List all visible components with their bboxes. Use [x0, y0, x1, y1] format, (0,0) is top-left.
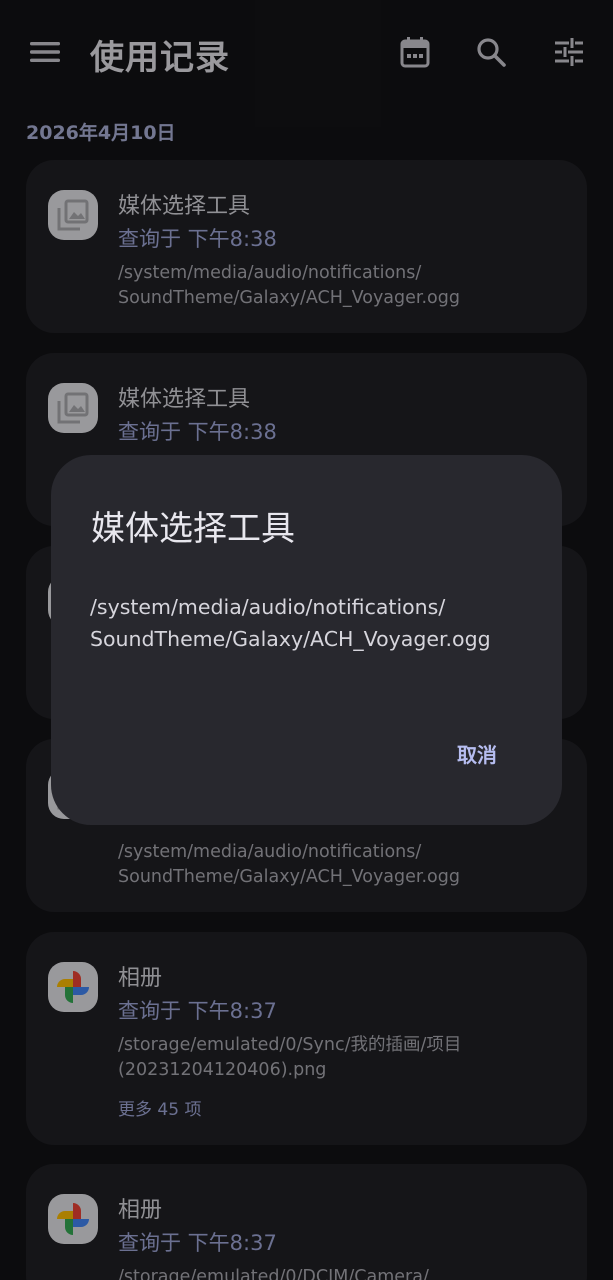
- dialog-body: /system/media/audio/notifications/ Sound…: [90, 591, 530, 655]
- dialog-title: 媒体选择工具: [91, 509, 295, 549]
- cancel-button[interactable]: 取消: [443, 733, 511, 774]
- dialog-body-line: /system/media/audio/notifications/: [90, 595, 446, 619]
- dialog-body-line: SoundTheme/Galaxy/ACH_Voyager.ogg: [90, 627, 491, 651]
- path-dialog: 媒体选择工具 /system/media/audio/notifications…: [51, 455, 562, 825]
- screen: 使用记录 2026年4月10日 媒体选择工具 查询于 下午8:38 /syste…: [0, 0, 613, 1280]
